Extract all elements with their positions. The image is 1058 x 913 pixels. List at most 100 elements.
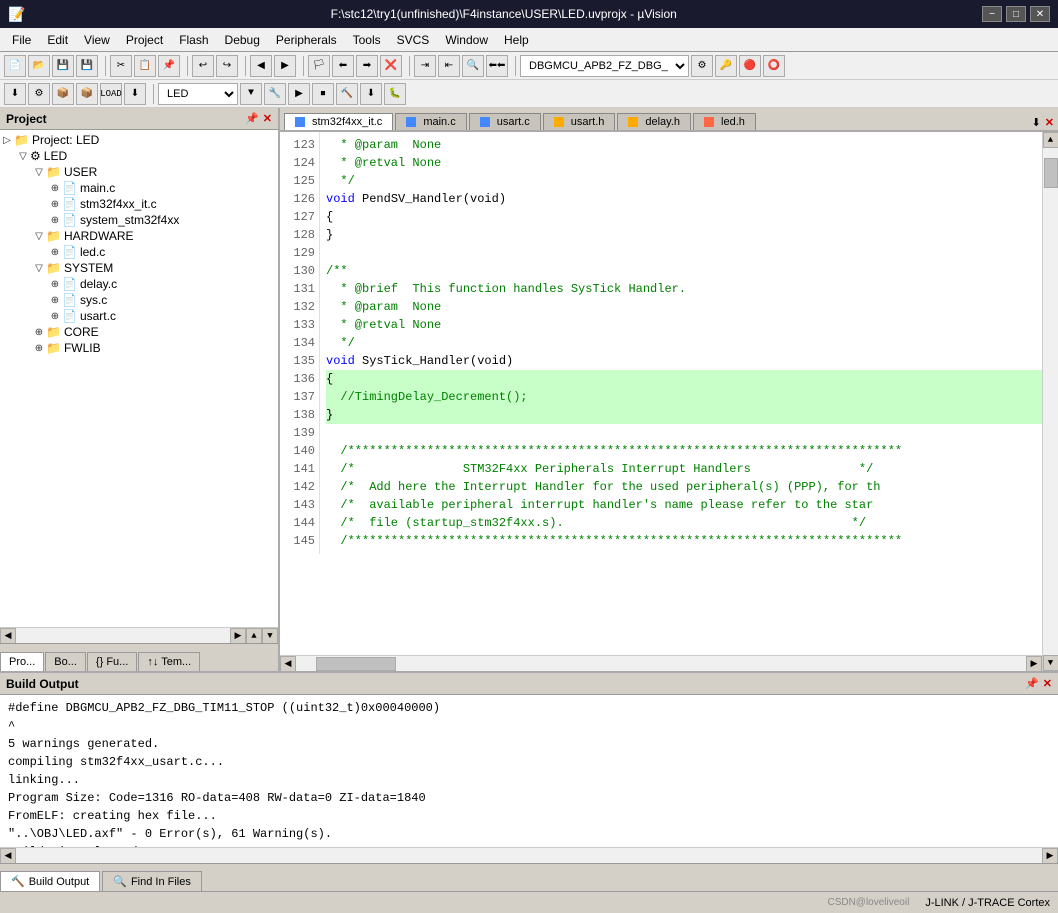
target4-btn[interactable]: 📦	[76, 83, 98, 105]
hscroll-left-btn[interactable]: ◀	[280, 656, 296, 671]
hscroll-track[interactable]	[16, 628, 230, 643]
tree-item[interactable]: ⊕📄system_stm32f4xx	[0, 212, 278, 228]
run-btn[interactable]: ▶	[288, 83, 310, 105]
hscroll-right-btn[interactable]: ▶	[1026, 656, 1042, 671]
undo-btn[interactable]: ↩	[192, 55, 214, 77]
menu-item-edit[interactable]: Edit	[39, 31, 76, 49]
editor-tab-2[interactable]: usart.c	[469, 113, 541, 130]
menu-item-flash[interactable]: Flash	[171, 31, 216, 49]
stop-btn[interactable]: ⏹	[312, 83, 334, 105]
minimize-button[interactable]: −	[982, 6, 1002, 22]
menu-item-svcs[interactable]: SVCS	[389, 31, 438, 49]
pin-icon[interactable]: 📌	[1025, 677, 1039, 690]
new-file-btn[interactable]: 📄	[4, 55, 26, 77]
download-btn[interactable]: ⬇	[360, 83, 382, 105]
project-tab-3[interactable]: ↑↓ Tem...	[138, 652, 200, 671]
menu-item-project[interactable]: Project	[118, 31, 171, 49]
bookmark-btn[interactable]: 🏳	[308, 55, 330, 77]
clear-bookmarks-btn[interactable]: ❌	[380, 55, 402, 77]
find-btn[interactable]: 🔍	[462, 55, 484, 77]
build-output-content[interactable]: #define DBGMCU_APB2_FZ_DBG_TIM11_STOP ((…	[0, 695, 1058, 847]
menu-item-debug[interactable]: Debug	[217, 31, 268, 49]
vscroll-down[interactable]: ▼	[262, 628, 278, 644]
menu-item-help[interactable]: Help	[496, 31, 537, 49]
hscroll-right[interactable]: ▶	[230, 628, 246, 644]
vscroll-thumb[interactable]	[1044, 158, 1058, 188]
close-tab-icon[interactable]: ✕	[1045, 116, 1054, 130]
code-content[interactable]: * @param None * @retval None */void Pend…	[322, 132, 1058, 671]
tree-expand-icon[interactable]: ▽	[16, 151, 30, 162]
tree-item[interactable]: ▽📁HARDWARE	[0, 228, 278, 244]
close-button[interactable]: ✕	[1030, 6, 1050, 22]
save-all-btn[interactable]: 💾	[76, 55, 98, 77]
tree-item[interactable]: ⊕📁CORE	[0, 324, 278, 340]
build-tab-0[interactable]: 🔨Build Output	[0, 871, 100, 891]
project-tab-0[interactable]: Pro...	[0, 652, 44, 671]
tree-item[interactable]: ▷📁Project: LED	[0, 132, 278, 148]
indent-btn[interactable]: ⇥	[414, 55, 436, 77]
build-hscroll-right[interactable]: ▶	[1042, 848, 1058, 864]
menu-item-window[interactable]: Window	[437, 31, 496, 49]
menu-item-tools[interactable]: Tools	[345, 31, 389, 49]
close-build-icon[interactable]: ✕	[1043, 677, 1052, 690]
tree-item[interactable]: ▽⚙LED	[0, 148, 278, 164]
editor-tab-1[interactable]: main.c	[395, 113, 466, 130]
menu-item-view[interactable]: View	[76, 31, 118, 49]
wrench-btn[interactable]: 🔧	[264, 83, 286, 105]
tree-expand-icon[interactable]: ▽	[32, 263, 46, 274]
tree-expand-icon[interactable]: ⊕	[48, 215, 62, 226]
nav-fwd-btn[interactable]: ▶	[274, 55, 296, 77]
vscroll-up-btn[interactable]: ▲	[1043, 132, 1058, 148]
target2-btn[interactable]: ⚙	[28, 83, 50, 105]
target3-btn[interactable]: 📦	[52, 83, 74, 105]
tb-extra2[interactable]: 🔑	[715, 55, 737, 77]
paste-btn[interactable]: 📌	[158, 55, 180, 77]
unindent-btn[interactable]: ⇤	[438, 55, 460, 77]
dbgmcu-dropdown[interactable]: DBGMCU_APB2_FZ_DBG_	[520, 55, 689, 77]
build-hscroll-left[interactable]: ◀	[0, 848, 16, 864]
vscroll-down-btn[interactable]: ▼	[1043, 655, 1058, 671]
tree-expand-icon[interactable]: ⊕	[48, 183, 62, 194]
col-dec-btn[interactable]: ⬅⬅	[486, 55, 508, 77]
prev-bookmark-btn[interactable]: ⬅	[332, 55, 354, 77]
tree-item[interactable]: ▽📁USER	[0, 164, 278, 180]
load2-btn[interactable]: ⬇	[124, 83, 146, 105]
tb-extra3[interactable]: 🔴	[739, 55, 761, 77]
editor-tab-0[interactable]: stm32f4xx_it.c	[284, 113, 393, 130]
tree-expand-icon[interactable]: ⊕	[48, 295, 62, 306]
build-btn[interactable]: 🔨	[336, 83, 358, 105]
redo-btn[interactable]: ↪	[216, 55, 238, 77]
tree-item[interactable]: ⊕📄usart.c	[0, 308, 278, 324]
tree-item[interactable]: ⊕📄stm32f4xx_it.c	[0, 196, 278, 212]
hscroll-left[interactable]: ◀	[0, 628, 16, 644]
menu-item-peripherals[interactable]: Peripherals	[268, 31, 345, 49]
debug-btn[interactable]: 🐛	[384, 83, 406, 105]
open-btn[interactable]: 📂	[28, 55, 50, 77]
tree-item[interactable]: ⊕📁FWLIB	[0, 340, 278, 356]
cut-btn[interactable]: ✂	[110, 55, 132, 77]
save-btn[interactable]: 💾	[52, 55, 74, 77]
build-tab-1[interactable]: 🔍Find In Files	[102, 871, 202, 891]
copy-btn[interactable]: 📋	[134, 55, 156, 77]
tree-item[interactable]: ⊕📄sys.c	[0, 292, 278, 308]
tree-item[interactable]: ⊕📄main.c	[0, 180, 278, 196]
tree-expand-icon[interactable]: ▽	[32, 231, 46, 242]
load-btn[interactable]: LOAD	[100, 83, 122, 105]
tabs-menu-icon[interactable]: ⬇	[1032, 116, 1041, 130]
tree-expand-icon[interactable]: ⊕	[48, 279, 62, 290]
project-tab-1[interactable]: Bo...	[45, 652, 86, 671]
vscroll-track[interactable]	[1044, 148, 1058, 655]
vscroll-up[interactable]: ▲	[246, 628, 262, 644]
dropdown-arrow-btn[interactable]: ▼	[240, 83, 262, 105]
project-tab-2[interactable]: {} Fu...	[87, 652, 137, 671]
tree-item[interactable]: ▽📁SYSTEM	[0, 260, 278, 276]
tree-expand-icon[interactable]: ⊕	[32, 327, 46, 338]
tb-extra4[interactable]: ⭕	[763, 55, 785, 77]
tree-item[interactable]: ⊕📄delay.c	[0, 276, 278, 292]
tree-expand-icon[interactable]: ⊕	[32, 343, 46, 354]
tb-extra1[interactable]: ⚙	[691, 55, 713, 77]
tree-item[interactable]: ⊕📄led.c	[0, 244, 278, 260]
maximize-button[interactable]: □	[1006, 6, 1026, 22]
pin-icon[interactable]: 📌	[245, 112, 259, 125]
next-bookmark-btn[interactable]: ➡	[356, 55, 378, 77]
